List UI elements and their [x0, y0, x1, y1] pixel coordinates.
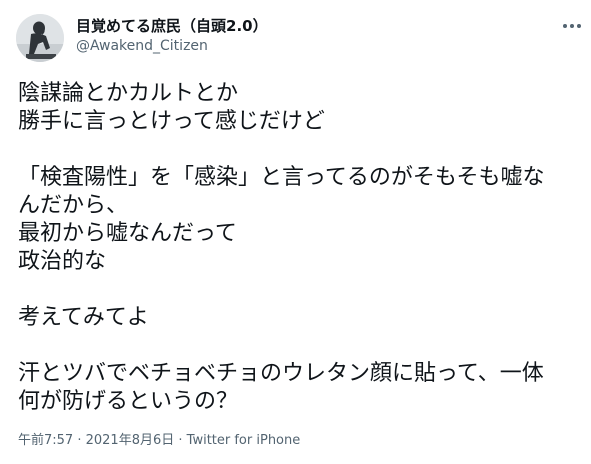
tweet-line: 何が防げるというの？ — [18, 389, 239, 414]
tweet-line: 最初から嘘なんだって — [18, 221, 237, 246]
tweet-time[interactable]: 午前7:57 — [18, 433, 73, 448]
tweet-metadata: 午前7:57 · 2021年8月6日 · Twitter for iPhone — [18, 432, 300, 450]
tweet-line: 勝手に言っとけって感じだけど — [18, 109, 325, 134]
tweet-line: 陰謀論とかカルトとか — [18, 81, 239, 106]
tweet-date[interactable]: 2021年8月6日 — [86, 433, 175, 448]
tweet-line: 「検査陽性」を「感染」と言ってるのがそもそも嘘な — [18, 165, 545, 190]
tweet-source-link[interactable]: Twitter for iPhone — [187, 433, 301, 448]
tweet-line: んだから、 — [18, 193, 129, 218]
more-options-button[interactable] — [560, 18, 584, 34]
meta-separator: · — [174, 433, 187, 448]
author-display-name[interactable]: 目覚めてる庶民（自頭2.0） — [76, 16, 268, 36]
more-dots-icon — [563, 24, 581, 28]
tweet-line: 政治的な — [18, 249, 107, 274]
tweet-line: 汗とツバでベチョベチョのウレタン顔に貼って、一体 — [18, 361, 544, 386]
author-handle[interactable]: @Awakend_Citizen — [76, 37, 208, 55]
thinker-statue-icon — [16, 14, 64, 62]
avatar[interactable] — [16, 14, 64, 62]
tweet-text: 陰謀論とかカルトとか 勝手に言っとけって感じだけど 「検査陽性」を「感染」と言っ… — [18, 80, 583, 416]
tweet-line: 考えてみてよ — [18, 305, 149, 330]
meta-separator: · — [73, 433, 86, 448]
tweet-card: 目覚めてる庶民（自頭2.0） @Awakend_Citizen 陰謀論とかカルト… — [0, 0, 591, 464]
